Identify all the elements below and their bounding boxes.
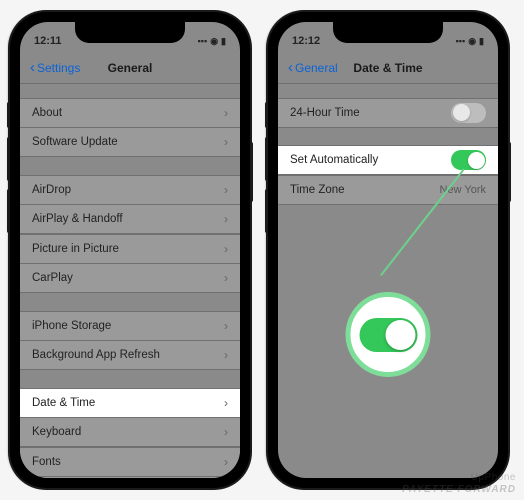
magnified-callout — [346, 292, 431, 377]
watermark-line2: PAYETTE FORWARD — [402, 484, 516, 496]
settings-group: 24-Hour Time — [278, 98, 498, 128]
toggle-switch[interactable] — [451, 150, 486, 170]
chevron-right-icon: › — [224, 212, 228, 226]
toggle-switch[interactable] — [451, 103, 486, 123]
row-label: About — [32, 107, 62, 119]
battery-icon: ▮ — [479, 36, 484, 47]
chevron-right-icon: › — [224, 396, 228, 410]
nav-title: General — [108, 61, 153, 75]
toggle-on-magnified — [359, 318, 417, 352]
back-button[interactable]: ‹ Settings — [30, 60, 80, 75]
screen-left: 12:11 ▪▪▪ ◉ ▮ ‹ Settings General About›S… — [20, 22, 240, 478]
row-label: CarPlay — [32, 272, 73, 284]
chevron-left-icon: ‹ — [30, 60, 35, 75]
settings-row[interactable]: Language & Region› — [20, 476, 240, 478]
settings-row[interactable]: Set Automatically — [278, 145, 498, 175]
nav-bar: ‹ General Date & Time — [278, 52, 498, 84]
back-label: Settings — [37, 61, 80, 75]
row-label: 24-Hour Time — [290, 107, 360, 119]
chevron-right-icon: › — [224, 242, 228, 256]
settings-row[interactable]: Time ZoneNew York — [278, 175, 498, 205]
chevron-right-icon: › — [224, 425, 228, 439]
status-time: 12:11 — [34, 35, 62, 47]
back-button[interactable]: ‹ General — [288, 60, 338, 75]
chevron-right-icon: › — [224, 455, 228, 469]
row-label: AirPlay & Handoff — [32, 213, 123, 225]
nav-title: Date & Time — [353, 61, 422, 75]
status-icons: ▪▪▪ ◉ ▮ — [198, 36, 226, 47]
back-label: General — [295, 61, 338, 75]
settings-group: AirDrop›AirPlay & Handoff›Picture in Pic… — [20, 175, 240, 294]
settings-content: 24-Hour Time Set Automatically Time ZoneNe… — [278, 84, 498, 205]
settings-content: About›Software Update›AirDrop›AirPlay & … — [20, 84, 240, 478]
status-time: 12:12 — [292, 35, 320, 47]
settings-row[interactable]: CarPlay › — [20, 263, 240, 293]
status-icons: ▪▪▪ ◉ ▮ — [456, 36, 484, 47]
settings-group: iPhone Storage › Background App Refresh › — [20, 311, 240, 371]
chevron-right-icon: › — [224, 271, 228, 285]
settings-row[interactable]: About › — [20, 98, 240, 128]
settings-row[interactable]: Background App Refresh › — [20, 340, 240, 370]
chevron-right-icon: › — [224, 183, 228, 197]
settings-row[interactable]: Software Update › — [20, 127, 240, 157]
phone-side-button — [508, 142, 511, 202]
chevron-right-icon: › — [224, 348, 228, 362]
settings-row[interactable]: Keyboard › — [20, 417, 240, 447]
wifi-icon: ◉ — [210, 36, 218, 47]
row-label: iPhone Storage — [32, 320, 111, 332]
settings-row[interactable]: Picture in Picture › — [20, 234, 240, 264]
signal-icon: ▪▪▪ — [456, 36, 466, 46]
settings-row[interactable]: Date & Time › — [20, 388, 240, 418]
wifi-icon: ◉ — [468, 36, 476, 47]
watermark: UpPhone PAYETTE FORWARD — [402, 472, 516, 496]
chevron-right-icon: › — [224, 319, 228, 333]
watermark-line1: UpPhone — [402, 472, 516, 484]
signal-icon: ▪▪▪ — [198, 36, 208, 46]
row-label: Set Automatically — [290, 154, 378, 166]
row-label: Picture in Picture — [32, 243, 119, 255]
row-label: Software Update — [32, 136, 118, 148]
battery-icon: ▮ — [221, 36, 226, 47]
settings-row[interactable]: Fonts › — [20, 447, 240, 477]
row-label: Fonts — [32, 456, 61, 468]
settings-group: About › Software Update › — [20, 98, 240, 158]
phone-left: 12:11 ▪▪▪ ◉ ▮ ‹ Settings General About›S… — [10, 12, 250, 488]
phone-side-button — [250, 142, 253, 202]
settings-row[interactable]: iPhone Storage › — [20, 311, 240, 341]
settings-row[interactable]: 24-Hour Time — [278, 98, 498, 128]
nav-bar: ‹ Settings General — [20, 52, 240, 84]
chevron-right-icon: › — [224, 106, 228, 120]
settings-row[interactable]: AirPlay & Handoff › — [20, 204, 240, 234]
settings-group: Set Automatically Time ZoneNew York — [278, 145, 498, 205]
chevron-left-icon: ‹ — [288, 60, 293, 75]
settings-row[interactable]: AirDrop › — [20, 175, 240, 205]
row-label: Time Zone — [290, 184, 345, 196]
settings-group: Date & Time › Keyboard › Fonts › Language & Re… — [20, 388, 240, 479]
chevron-right-icon: › — [224, 135, 228, 149]
row-label: Date & Time — [32, 397, 95, 409]
screen-right: 12:12 ▪▪▪ ◉ ▮ ‹ General Date & Time 24-H… — [278, 22, 498, 478]
notch — [333, 22, 443, 43]
phone-right: 12:12 ▪▪▪ ◉ ▮ ‹ General Date & Time 24-H… — [268, 12, 508, 488]
notch — [75, 22, 185, 43]
row-label: Keyboard — [32, 426, 81, 438]
row-label: Background App Refresh — [32, 349, 160, 361]
row-label: AirDrop — [32, 184, 71, 196]
